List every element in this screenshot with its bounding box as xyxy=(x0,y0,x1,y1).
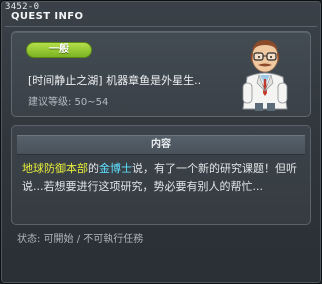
description-text: 的 xyxy=(88,162,99,175)
quest-name: [时间静止之湖] 机器章鱼是外星生.. xyxy=(28,74,202,87)
category-badge: 一般 xyxy=(26,42,92,58)
quest-description: 地球防御本部的金博士说，有了一个新的研究课题！但听说...若想要进行这项研究，势… xyxy=(22,160,304,196)
required-level: 建议等级: 50~54 xyxy=(28,97,109,108)
doctor-npc-icon xyxy=(237,35,293,113)
org-highlight: 地球防御本部 xyxy=(22,162,88,175)
quest-status: 状态: 可開始 / 不可執行任務 xyxy=(17,234,144,245)
window-title: QUEST INFO xyxy=(11,11,84,22)
title-divider xyxy=(5,26,317,27)
quest-detail-panel: 内容 地球防御本部的金博士说，有了一个新的研究课题！但听说...若想要进行这项研… xyxy=(11,125,311,225)
npc-highlight: 金博士 xyxy=(99,162,132,175)
quest-info-window: 3452-0 QUEST INFO 一般 [时间静止之湖] 机器章鱼是外星生..… xyxy=(0,0,322,284)
section-header-content: 内容 xyxy=(17,135,305,155)
